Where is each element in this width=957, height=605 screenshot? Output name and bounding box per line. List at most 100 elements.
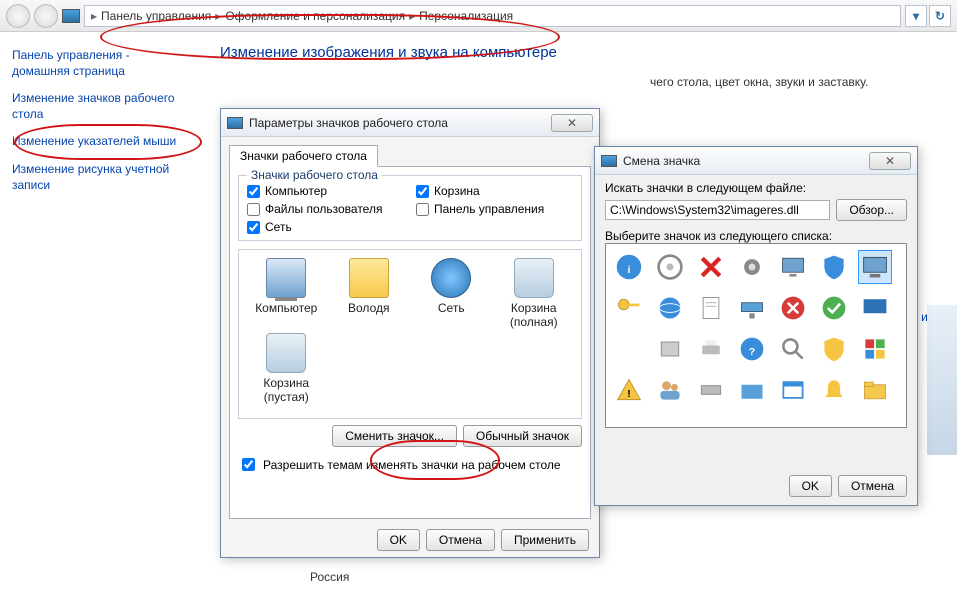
list-icon-window[interactable] [776, 373, 810, 407]
dialog-titlebar[interactable]: Смена значка ✕ [595, 147, 917, 175]
refresh-button[interactable]: ↻ [929, 5, 951, 27]
list-icon-folder[interactable] [858, 373, 892, 407]
list-icon-gear[interactable] [735, 250, 769, 284]
dialog-title-text: Смена значка [623, 154, 863, 168]
checkbox-network[interactable]: Сеть [247, 220, 404, 234]
icon-item-computer[interactable]: Компьютер [251, 258, 321, 329]
list-icon-search[interactable] [776, 332, 810, 366]
list-icon-error-x[interactable] [776, 291, 810, 325]
breadcrumb-item-personalization[interactable]: Персонализация [419, 9, 513, 23]
sidebar-home-link[interactable]: Панель управления - домашняя страница [12, 48, 188, 79]
checkbox-recycle-bin[interactable]: Корзина [416, 184, 573, 198]
sidebar: Панель управления - домашняя страница Из… [0, 32, 200, 605]
list-icon-moon[interactable] [612, 332, 646, 366]
dialog-title-text: Параметры значков рабочего стола [249, 116, 545, 130]
network-icon [431, 258, 471, 298]
list-icon-check[interactable] [817, 291, 851, 325]
sidebar-link-account-picture[interactable]: Изменение рисунка учетной записи [12, 162, 188, 193]
cancel-button[interactable]: Отмена [838, 475, 907, 497]
chevron-right-icon: ▸ [215, 9, 221, 23]
checkbox-userfiles-input[interactable] [247, 203, 260, 216]
list-icon-monitor-blue[interactable] [858, 291, 892, 325]
svg-text:!: ! [627, 388, 631, 400]
list-icon-info[interactable]: i [612, 250, 646, 284]
icon-file-path-input[interactable] [605, 200, 830, 220]
default-icon-button[interactable]: Обычный значок [463, 425, 582, 447]
checkbox-recycle-input[interactable] [416, 185, 429, 198]
change-icon-dialog: Смена значка ✕ Искать значки в следующем… [594, 146, 918, 506]
cancel-button[interactable]: Отмена [426, 529, 495, 551]
change-icon-button[interactable]: Сменить значок... [332, 425, 457, 447]
checkbox-user-files[interactable]: Файлы пользователя [247, 202, 404, 216]
list-icon-delete-x[interactable] [694, 250, 728, 284]
checkbox-computer[interactable]: Компьютер [247, 184, 404, 198]
search-file-label: Искать значки в следующем файле: [605, 181, 907, 195]
chevron-right-icon: ▸ [91, 9, 97, 23]
page-desc-fragment: чего стола, цвет окна, звуки и заставку. [650, 75, 937, 89]
list-icon-monitor[interactable] [776, 250, 810, 284]
forward-button[interactable] [34, 4, 58, 28]
list-icon-folder-blue[interactable] [735, 373, 769, 407]
checkbox-cpanel-input[interactable] [416, 203, 429, 216]
page-title: Изменение изображения и звука на компьют… [220, 44, 937, 61]
checkbox-control-panel[interactable]: Панель управления [416, 202, 573, 216]
list-icon-device[interactable] [653, 332, 687, 366]
list-icon-help[interactable]: ? [735, 332, 769, 366]
breadcrumb-dropdown[interactable]: ▾ [905, 5, 927, 27]
icon-list[interactable]: i ? ! [605, 243, 907, 428]
icon-item-bin-full[interactable]: Корзина (полная) [499, 258, 569, 329]
icon-item-bin-empty[interactable]: Корзина (пустая) [251, 333, 321, 404]
list-icon-app[interactable] [858, 332, 892, 366]
list-icon-key[interactable] [612, 291, 646, 325]
list-icon-warning[interactable]: ! [612, 373, 646, 407]
computer-icon [266, 258, 306, 298]
recycle-bin-empty-icon [266, 333, 306, 373]
ok-button[interactable]: OK [377, 529, 420, 551]
folder-icon [349, 258, 389, 298]
chevron-right-icon: ▸ [409, 9, 415, 23]
list-icon-bell[interactable] [817, 373, 851, 407]
tab-desktop-icons[interactable]: Значки рабочего стола [229, 145, 378, 167]
list-icon-disc[interactable] [653, 250, 687, 284]
icon-item-user-folder[interactable]: Володя [334, 258, 404, 329]
list-icon-computer-selected[interactable] [858, 250, 892, 284]
dialog-titlebar[interactable]: Параметры значков рабочего стола ✕ [221, 109, 599, 137]
icon-preview-grid: Компьютер Володя Сеть Корзина (полная) К… [238, 249, 582, 419]
svg-text:i: i [628, 264, 631, 276]
list-icon-document[interactable] [694, 291, 728, 325]
checkbox-allow-themes-input[interactable] [242, 458, 255, 471]
desktop-icons-group: Значки рабочего стола Компьютер Корзина … [238, 175, 582, 241]
breadcrumb[interactable]: ▸ Панель управления ▸ Оформление и персо… [84, 5, 901, 27]
close-button[interactable]: ✕ [551, 114, 593, 132]
list-icon-globe[interactable] [653, 291, 687, 325]
checkbox-network-input[interactable] [247, 221, 260, 234]
recycle-bin-full-icon [514, 258, 554, 298]
back-button[interactable] [6, 4, 30, 28]
list-icon-network-drive[interactable] [735, 291, 769, 325]
list-icon-printer[interactable] [694, 332, 728, 366]
apply-button[interactable]: Применить [501, 529, 589, 551]
breadcrumb-item-control-panel[interactable]: Панель управления [101, 9, 211, 23]
sidebar-link-mouse-pointers[interactable]: Изменение указателей мыши [12, 134, 188, 150]
group-title: Значки рабочего стола [247, 168, 382, 182]
list-icon-shield[interactable] [817, 250, 851, 284]
list-icon-shield-yellow[interactable] [817, 332, 851, 366]
tab-body: Значки рабочего стола Компьютер Корзина … [229, 166, 591, 519]
breadcrumb-item-appearance[interactable]: Оформление и персонализация [225, 9, 405, 23]
icon-item-network[interactable]: Сеть [416, 258, 486, 329]
decorative-corner [927, 305, 957, 455]
dialog-icon [227, 117, 243, 129]
close-button[interactable]: ✕ [869, 152, 911, 170]
checkbox-computer-input[interactable] [247, 185, 260, 198]
select-icon-label: Выберите значок из следующего списка: [605, 229, 907, 243]
footer-country-text: Россия [310, 570, 349, 584]
ok-button[interactable]: OK [789, 475, 832, 497]
checkbox-allow-themes[interactable]: Разрешить темам изменять значки на рабоч… [238, 455, 582, 474]
location-icon [62, 9, 80, 23]
list-icon-users[interactable] [653, 373, 687, 407]
dialog-icon [601, 155, 617, 167]
browse-button[interactable]: Обзор... [836, 199, 907, 221]
list-icon-drive[interactable] [694, 373, 728, 407]
sidebar-link-desktop-icons[interactable]: Изменение значков рабочего стола [12, 91, 188, 122]
svg-text:?: ? [749, 346, 755, 358]
